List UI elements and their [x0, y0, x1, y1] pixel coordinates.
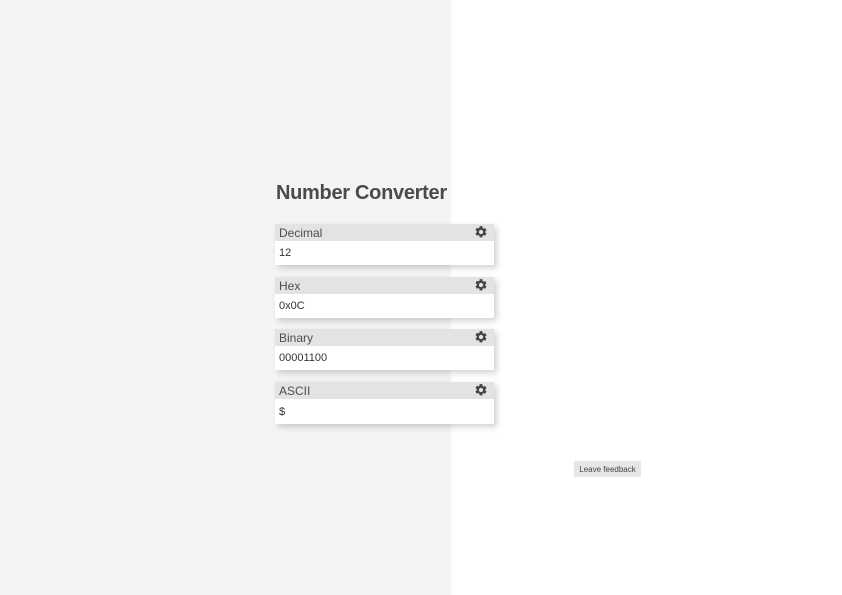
ascii-header: ASCII	[275, 382, 494, 399]
gear-icon[interactable]	[474, 383, 488, 397]
binary-label: Binary	[279, 331, 314, 345]
gear-icon[interactable]	[474, 225, 488, 239]
leave-feedback-button[interactable]: Leave feedback	[574, 461, 641, 477]
binary-input[interactable]	[275, 346, 494, 370]
gear-icon[interactable]	[474, 278, 488, 292]
ascii-label: ASCII	[279, 384, 311, 398]
page-title: Number Converter	[276, 182, 447, 204]
ascii-card: ASCII	[275, 382, 494, 424]
hex-label: Hex	[279, 279, 301, 293]
binary-card: Binary	[275, 329, 494, 370]
hex-card: Hex	[275, 277, 494, 318]
decimal-card: Decimal	[275, 224, 494, 265]
decimal-input[interactable]	[275, 241, 494, 265]
page: Number Converter Decimal Hex Binary ASCI…	[0, 0, 842, 595]
gear-icon[interactable]	[474, 330, 488, 344]
decimal-label: Decimal	[279, 226, 323, 240]
hex-header: Hex	[275, 277, 494, 294]
ascii-input[interactable]	[275, 399, 494, 424]
decimal-header: Decimal	[275, 224, 494, 241]
binary-header: Binary	[275, 329, 494, 346]
hex-input[interactable]	[275, 294, 494, 318]
